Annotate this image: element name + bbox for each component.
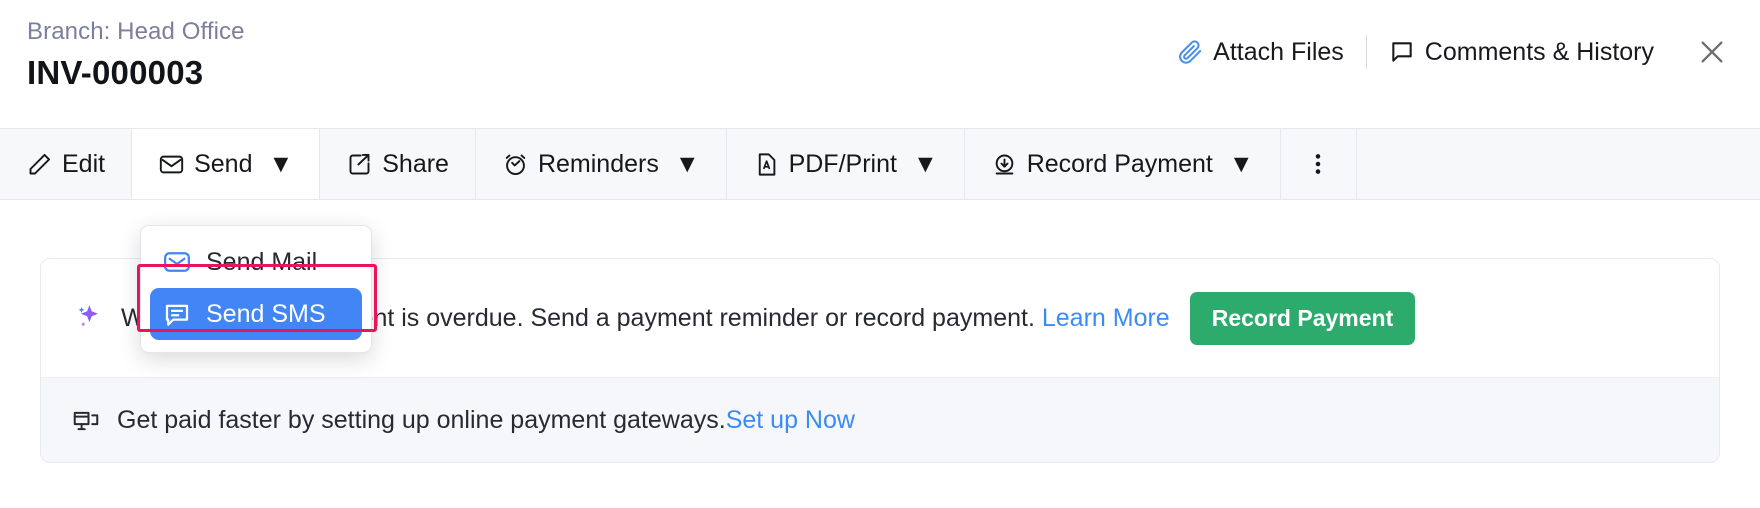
chevron-down-icon: ▼: [268, 149, 294, 178]
share-export-icon: [346, 151, 373, 178]
branch-label: Branch: Head Office: [27, 18, 245, 45]
chevron-down-icon: ▼: [674, 149, 700, 178]
menu-label-send-mail: Send Mail: [206, 247, 318, 276]
record-payment-button[interactable]: Record Payment: [1189, 291, 1416, 345]
close-button[interactable]: [1672, 34, 1738, 70]
toolbar-item-record-payment[interactable]: Record Payment ▼: [965, 129, 1281, 199]
payment-gateway-banner: Get paid faster by setting up online pay…: [41, 377, 1719, 462]
chevron-down-icon: ▼: [1228, 149, 1254, 178]
envelope-outline-icon: [162, 247, 192, 277]
comment-bubble-icon: [1389, 39, 1415, 65]
attach-files-button[interactable]: Attach Files: [1159, 36, 1362, 69]
pdf-file-icon: [753, 151, 780, 178]
comments-history-button[interactable]: Comments & History: [1371, 36, 1672, 69]
more-vertical-icon: [1305, 151, 1331, 177]
sms-bubble-icon: [162, 299, 192, 329]
payment-gateway-text: Get paid faster by setting up online pay…: [117, 406, 855, 435]
download-circle-icon: [991, 151, 1018, 178]
chevron-down-icon: ▼: [912, 149, 938, 178]
sparkle-ai-icon: [71, 301, 105, 335]
header-divider: [1365, 35, 1367, 69]
pencil-icon: [26, 151, 53, 178]
toolbar-label-reminders: Reminders: [537, 149, 659, 178]
menu-item-send-mail[interactable]: Send Mail: [150, 236, 362, 288]
toolbar-label-share: Share: [382, 149, 449, 178]
menu-item-send-sms[interactable]: Send SMS: [150, 288, 362, 340]
page-header: Branch: Head Office INV-000003 Attach Fi…: [0, 0, 1760, 128]
learn-more-link[interactable]: Learn More: [1042, 304, 1170, 332]
invoice-detail-page: Branch: Head Office INV-000003 Attach Fi…: [0, 0, 1760, 508]
alarm-clock-icon: [502, 151, 529, 178]
toolbar-item-share[interactable]: Share: [320, 129, 476, 199]
close-icon: [1696, 36, 1728, 68]
paperclip-icon: [1177, 39, 1203, 65]
toolbar-filler: [1357, 129, 1760, 199]
set-up-now-link[interactable]: Set up Now: [726, 406, 855, 434]
toolbar-label-edit: Edit: [62, 149, 106, 178]
toolbar-item-edit[interactable]: Edit: [0, 129, 133, 199]
toolbar-item-send[interactable]: Send ▼: [132, 129, 321, 199]
attach-files-label: Attach Files: [1213, 37, 1344, 66]
card-reader-icon: [71, 406, 101, 436]
header-actions: Attach Files Comments & History: [1159, 34, 1738, 70]
payment-gateway-message: Get paid faster by setting up online pay…: [117, 406, 726, 434]
toolbar-label-send: Send: [194, 149, 253, 178]
toolbar-label-record-payment: Record Payment: [1026, 149, 1213, 178]
toolbar-item-pdf-print[interactable]: PDF/Print ▼: [727, 129, 965, 199]
page-title: INV-000003: [27, 54, 204, 91]
menu-label-send-sms: Send SMS: [206, 299, 326, 328]
action-toolbar: Edit Send ▼ Share Reminders ▼ PDF/Print …: [0, 128, 1760, 200]
toolbar-item-reminders[interactable]: Reminders ▼: [476, 129, 727, 199]
toolbar-label-pdf-print: PDF/Print: [788, 149, 897, 178]
toolbar-more-button[interactable]: [1281, 129, 1357, 199]
send-dropdown-menu: Send Mail Send SMS: [140, 225, 372, 353]
envelope-icon: [158, 151, 185, 178]
comments-history-label: Comments & History: [1424, 37, 1654, 66]
